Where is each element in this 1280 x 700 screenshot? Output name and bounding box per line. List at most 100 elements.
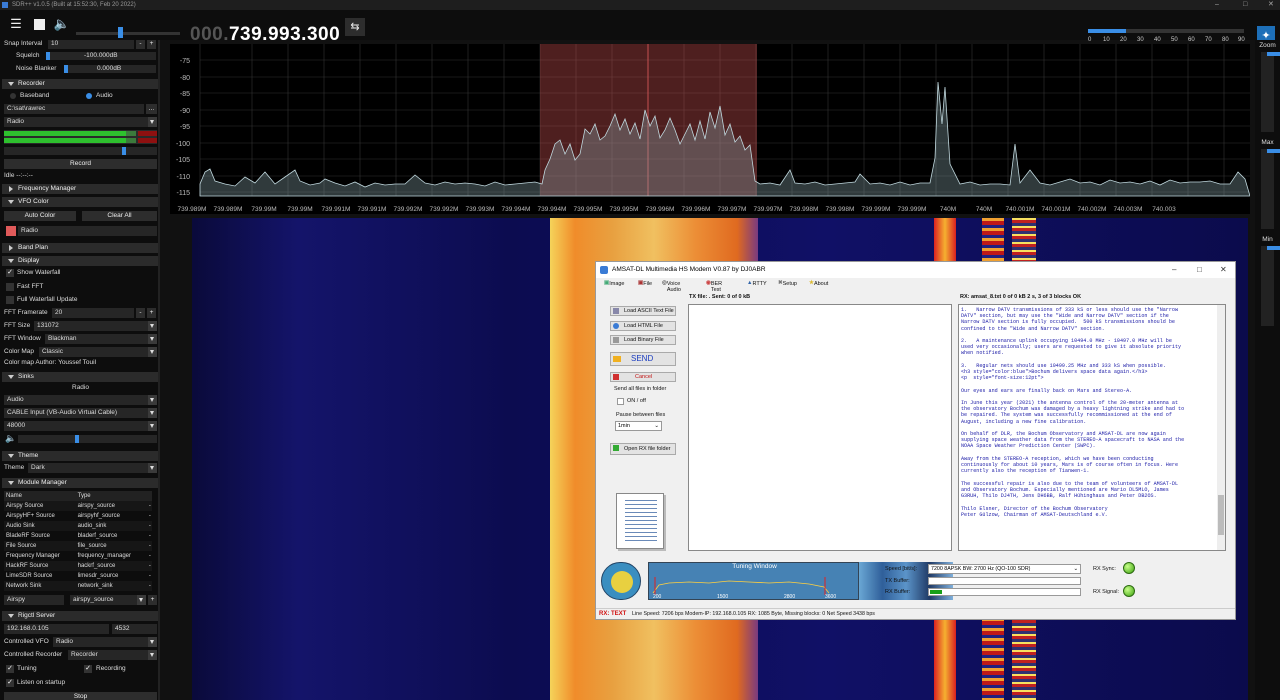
browse-button[interactable]: ... bbox=[146, 104, 157, 114]
frequency-manager-header[interactable]: Frequency Manager bbox=[2, 184, 158, 194]
tab-image[interactable]: ▣ Image bbox=[604, 280, 625, 287]
rigctl-port-input[interactable]: 4532 bbox=[112, 624, 157, 634]
rx-text-area[interactable]: 1. Narrow DATV transmissions of 333 kS o… bbox=[958, 304, 1226, 551]
sink-volume-knob[interactable] bbox=[75, 435, 79, 443]
theme-select[interactable]: Dark bbox=[28, 463, 157, 473]
speaker-icon[interactable]: 🔈 bbox=[54, 16, 70, 32]
zoom-knob[interactable] bbox=[1267, 52, 1280, 56]
frequency-leading-digits[interactable]: 000. bbox=[190, 24, 229, 45]
remove-module-button[interactable]: - bbox=[147, 551, 152, 561]
fft-framerate-decrement-button[interactable]: - bbox=[136, 308, 145, 318]
vfo-color-swatch[interactable] bbox=[6, 226, 16, 236]
tuning-mode-button[interactable]: ⇆ bbox=[345, 18, 365, 36]
recorder-volume-slider[interactable] bbox=[4, 147, 157, 155]
modem-minimize-icon[interactable]: – bbox=[1172, 262, 1176, 278]
auto-color-button[interactable]: Auto Color bbox=[4, 211, 76, 221]
show-waterfall-checkbox[interactable]: ✓ bbox=[6, 269, 14, 277]
snap-decrement-button[interactable]: - bbox=[136, 40, 145, 49]
rigctl-stop-button[interactable]: Stop bbox=[4, 692, 157, 700]
open-rx-folder-button[interactable]: Open RX file folder bbox=[610, 443, 676, 455]
recorder-stream-select[interactable]: Radio bbox=[4, 117, 157, 127]
sink-samplerate-select[interactable]: 48000 bbox=[4, 421, 157, 431]
module-manager-header[interactable]: Module Manager bbox=[2, 478, 158, 488]
remove-module-button[interactable]: - bbox=[147, 531, 152, 541]
add-module-button[interactable]: + bbox=[148, 595, 157, 605]
audio-radio[interactable] bbox=[86, 93, 92, 99]
squelch-knob[interactable] bbox=[46, 52, 50, 60]
rx-scrollbar[interactable] bbox=[1217, 305, 1225, 550]
modem-close-icon[interactable]: ✕ bbox=[1220, 262, 1227, 278]
volume-slider[interactable] bbox=[76, 32, 180, 35]
on-off-checkbox[interactable] bbox=[617, 398, 624, 405]
controlled-vfo-select[interactable]: Radio bbox=[53, 637, 157, 647]
load-ascii-button[interactable]: Load ASCII Text File bbox=[610, 306, 676, 316]
new-module-type-select[interactable]: airspy_source bbox=[70, 595, 146, 605]
sidebar-scrollbar[interactable] bbox=[158, 40, 160, 700]
load-binary-button[interactable]: Load Binary File bbox=[610, 335, 676, 345]
tx-text-area[interactable] bbox=[688, 304, 952, 551]
close-icon[interactable]: ✕ bbox=[1268, 0, 1274, 10]
display-header[interactable]: Display bbox=[2, 256, 158, 266]
remove-module-button[interactable]: - bbox=[146, 521, 152, 531]
tab-ber-test[interactable]: ◉ BER Test bbox=[706, 280, 722, 293]
rigctl-host-input[interactable]: 192.168.0.105 bbox=[4, 624, 109, 634]
tab-about[interactable]: ★ About bbox=[809, 280, 828, 287]
tuning-window[interactable]: Tuning Window 200 1500 2800 3600 bbox=[648, 562, 859, 600]
sink-volume-slider[interactable] bbox=[18, 435, 157, 443]
full-waterfall-update-checkbox[interactable] bbox=[6, 296, 14, 304]
cancel-button[interactable]: Cancel bbox=[610, 372, 676, 382]
tab-voice-audio[interactable]: ◎ Voice Audio bbox=[662, 280, 681, 293]
color-map-select[interactable]: Classic bbox=[39, 347, 157, 357]
fft-spectrum[interactable]: -75 -80 -85 -90 -95 -100 -105 -110 -115 … bbox=[170, 44, 1251, 214]
max-knob[interactable] bbox=[1267, 149, 1280, 153]
minimize-icon[interactable]: – bbox=[1215, 0, 1219, 10]
remove-module-button[interactable]: - bbox=[146, 561, 152, 571]
vfo-color-header[interactable]: VFO Color bbox=[2, 197, 158, 207]
remove-module-button[interactable]: - bbox=[146, 581, 152, 591]
fft-framerate-increment-button[interactable]: + bbox=[147, 308, 156, 318]
fft-framerate-input[interactable]: 20 bbox=[52, 308, 134, 318]
band-plan-header[interactable]: Band Plan bbox=[2, 243, 158, 253]
volume-slider-knob[interactable] bbox=[118, 27, 123, 38]
sink-type-select[interactable]: Audio bbox=[4, 395, 157, 405]
listen-on-startup-checkbox[interactable]: ✓ bbox=[6, 679, 14, 687]
pause-select[interactable]: 1min ⌄ bbox=[615, 421, 662, 431]
remove-module-button[interactable]: - bbox=[146, 501, 152, 511]
sink-speaker-icon[interactable]: 🔈 bbox=[5, 433, 16, 444]
frequency-display[interactable]: 000.739.993.300 bbox=[190, 24, 340, 46]
tab-file[interactable]: ▣ File bbox=[638, 280, 652, 287]
tuning-checkbox[interactable]: ✓ bbox=[6, 665, 14, 673]
record-button[interactable]: Record bbox=[4, 159, 157, 169]
menu-icon[interactable]: ☰ bbox=[8, 16, 24, 32]
recorder-header[interactable]: Recorder bbox=[2, 79, 158, 89]
snap-increment-button[interactable]: + bbox=[147, 40, 156, 49]
recording-checkbox[interactable]: ✓ bbox=[84, 665, 92, 673]
stop-button[interactable] bbox=[31, 16, 47, 32]
fft-window-select[interactable]: Blackman bbox=[45, 334, 157, 344]
fft-size-select[interactable]: 131072 bbox=[34, 321, 157, 331]
zoom-slider[interactable] bbox=[1261, 52, 1280, 132]
remove-module-button[interactable]: - bbox=[147, 511, 152, 521]
min-knob[interactable] bbox=[1267, 246, 1280, 250]
rx-scrollbar-thumb[interactable] bbox=[1218, 495, 1224, 535]
rigctl-header[interactable]: Rigctl Server bbox=[2, 611, 158, 621]
fft-plot[interactable]: -75 -80 -85 -90 -95 -100 -105 -110 -115 … bbox=[170, 44, 1251, 214]
recorder-path-input[interactable]: C:\sat\rawrec bbox=[4, 104, 144, 114]
remove-module-button[interactable]: - bbox=[147, 571, 152, 581]
tab-setup[interactable]: ✖ Setup bbox=[778, 280, 797, 287]
clear-all-button[interactable]: Clear All bbox=[82, 211, 157, 221]
noise-blanker-knob[interactable] bbox=[64, 65, 68, 73]
tab-rtty[interactable]: ▲ RTTY bbox=[747, 280, 767, 287]
fast-fft-checkbox[interactable] bbox=[6, 283, 14, 291]
send-button[interactable]: SEND bbox=[610, 352, 676, 366]
max-slider[interactable] bbox=[1261, 149, 1280, 229]
theme-header[interactable]: Theme bbox=[2, 451, 158, 461]
recorder-volume-knob[interactable] bbox=[122, 147, 126, 155]
speed-select[interactable]: 7200 8APSK BW: 2700 Hz (QO-100 SDR) ⌄ bbox=[928, 564, 1081, 574]
maximize-icon[interactable]: □ bbox=[1243, 0, 1247, 10]
min-slider[interactable] bbox=[1261, 246, 1280, 326]
controlled-recorder-select[interactable]: Recorder bbox=[68, 650, 157, 660]
frequency-main-digits[interactable]: 739.993.300 bbox=[229, 24, 340, 45]
remove-module-button[interactable]: - bbox=[146, 541, 152, 551]
new-module-name-input[interactable]: Airspy bbox=[4, 595, 64, 605]
